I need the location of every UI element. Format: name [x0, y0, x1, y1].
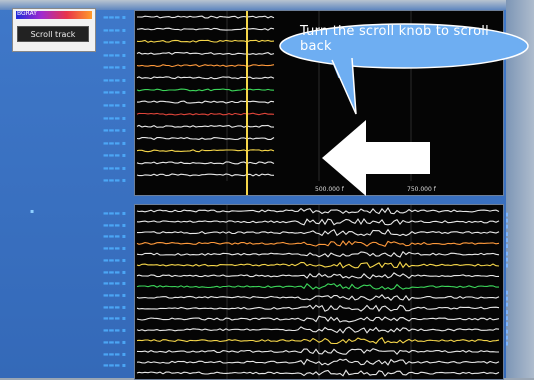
channel-label: ▬▬▬ ▪: [103, 256, 126, 264]
channel-label: ▬▬▬ ▪: [103, 303, 126, 311]
plot-bottom[interactable]: [134, 204, 504, 380]
signal-trace: [136, 304, 500, 313]
channel-labels-top: ▬▬▬ ▪ ▬▬▬ ▪ ▬▬▬ ▪ ▬▬▬ ▪ ▬▬▬ ▪ ▬▬▬ ▪ ▬▬▬ ▪ ▬▬▬ ▪…: [8, 14, 126, 194]
channel-label: ▬▬▬ ▪: [103, 102, 126, 109]
signal-trace: [136, 369, 500, 377]
signal-trace: [136, 358, 500, 366]
signal-trace: [136, 326, 500, 334]
signal-trace: [136, 260, 500, 269]
channel-label: ▬▬▬ ▪: [103, 315, 126, 323]
channel-label: ▬▬▬ ▪: [103, 338, 126, 346]
right-scale-labels: ▮▮▮ ▮▮▮ ▮▮▮: [504, 212, 510, 270]
channel-label: ▬▬▬ ▪: [103, 14, 126, 21]
channel-label: ▬▬▬ ▪: [103, 114, 126, 122]
signal-trace: [136, 282, 499, 291]
channel-label: ▬▬▬ ▪: [103, 177, 126, 185]
traces-bottom: [136, 205, 500, 379]
signal-trace: [136, 149, 275, 153]
channel-label: ▬▬▬ ▪: [103, 362, 126, 370]
signal-trace: [136, 250, 500, 258]
signal-trace: [137, 228, 500, 237]
signal-trace: [136, 206, 500, 215]
signal-trace: [136, 88, 275, 92]
signal-trace: [137, 15, 275, 19]
channel-label: ▬▬▬ ▪: [103, 26, 126, 34]
signal-trace: [136, 348, 499, 356]
channel-label: ▬▬▬ ▪: [103, 51, 126, 59]
signal-trace: [136, 336, 500, 345]
callout-pointer: [331, 57, 357, 115]
signal-trace: [136, 161, 275, 165]
channel-labels-bottom: ▬▬▬ ▪ ▬▬▬ ▪ ▬▬▬ ▪ ▬▬▬ ▪ ▬▬▬ ▪ ▬▬▬ ▪ ▬▬▬ ▪ ▬▬▬ ▪…: [8, 210, 126, 378]
signal-trace: [136, 240, 500, 247]
signal-trace: [137, 100, 275, 104]
signal-trace: [136, 218, 500, 226]
channel-label: ▬▬▬ ▪: [103, 89, 126, 97]
channel-label: ▬▬▬ ▪: [103, 350, 126, 358]
channel-label: ▬▬▬ ▪: [103, 280, 126, 288]
channel-label: ▬▬▬ ▪: [103, 164, 126, 172]
channel-label: ▬▬▬ ▪: [103, 210, 126, 217]
signal-trace: [136, 173, 275, 177]
channel-label: ▬▬▬ ▪: [103, 139, 126, 147]
channel-label: ▬▬▬ ▪: [103, 127, 126, 135]
channel-label: ▬▬▬ ▪: [103, 39, 126, 47]
channel-label: ▬▬▬ ▪: [103, 327, 126, 335]
channel-label: ▬▬▬ ▪: [103, 152, 126, 160]
signal-trace: [136, 137, 275, 141]
arrow-left-icon: [322, 120, 430, 196]
channel-label: ▬▬▬ ▪: [103, 292, 126, 299]
channel-label: ▬▬▬ ▪: [103, 268, 126, 276]
channel-label: ▬▬▬ ▪: [103, 64, 126, 72]
channel-group-marker: ▪: [30, 208, 35, 215]
right-scale-labels: ▮▮▮ ▮▮▮ ▮▮▮: [504, 290, 510, 348]
signal-trace: [136, 112, 275, 116]
channel-label: ▬▬▬ ▪: [103, 233, 126, 241]
callout-text: Turn the scroll knob to scroll back: [300, 24, 489, 54]
signal-trace: [136, 124, 275, 128]
channel-label: ▬▬▬ ▪: [103, 245, 126, 253]
signal-trace: [136, 294, 500, 302]
channel-label: ▬▬▬ ▪: [103, 221, 126, 229]
signal-trace: [136, 272, 500, 280]
signal-trace: [136, 315, 500, 323]
channel-label: ▬▬▬ ▪: [103, 76, 126, 84]
